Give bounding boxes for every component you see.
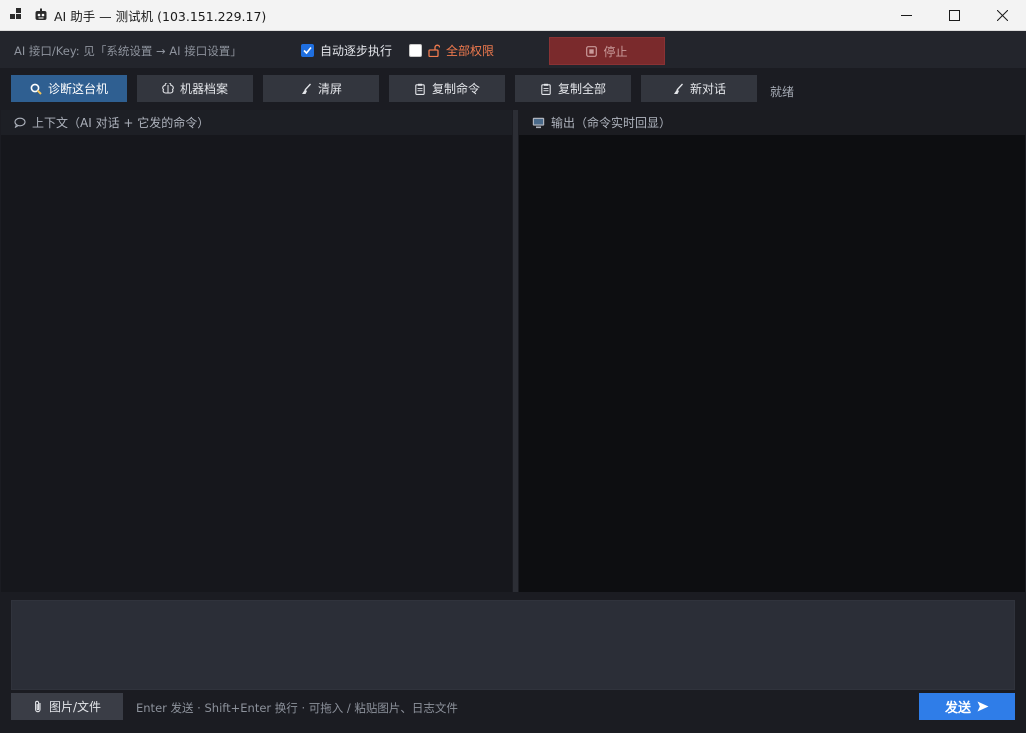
copy-all-button[interactable]: 复制全部 [515, 75, 631, 102]
output-pane-title: 输出（命令实时回显） [551, 116, 672, 130]
close-button[interactable] [978, 0, 1026, 31]
context-pane[interactable]: 上下文（AI 对话 + 它发的命令） [1, 110, 512, 592]
diagnose-label: 诊断这台机 [47, 82, 108, 96]
broom-icon [301, 83, 311, 94]
maximize-button[interactable] [930, 0, 978, 31]
composer-hint: Enter 发送 · Shift+Enter 换行 · 可拖入 / 粘贴图片、日… [136, 701, 458, 715]
send-label: 发送 [944, 701, 971, 716]
auto-step-label: 自动逐步执行 [320, 44, 393, 58]
unlock-icon [428, 44, 440, 57]
pane-splitter[interactable] [512, 110, 519, 592]
copy-all-label: 复制全部 [557, 82, 606, 96]
search-icon [30, 83, 42, 95]
message-input[interactable] [11, 600, 1015, 690]
chat-bubble-icon [14, 117, 26, 128]
machine-profile-label: 机器档案 [179, 82, 228, 96]
clear-screen-button[interactable]: 清屏 [263, 75, 379, 102]
diagnose-button[interactable]: 诊断这台机 [11, 75, 127, 102]
send-button[interactable]: 发送 [919, 693, 1015, 720]
brain-icon [162, 82, 174, 94]
copy-command-button[interactable]: 复制命令 [389, 75, 505, 102]
status-text: 就绪 [770, 85, 795, 99]
attach-file-button[interactable]: 图片/文件 [11, 693, 123, 720]
minimize-icon [900, 15, 912, 16]
title-bar: AI 助手 — 测试机 (103.151.229.17) [0, 0, 1026, 31]
close-icon [996, 10, 1008, 21]
checkbox-unchecked-icon[interactable] [409, 44, 422, 57]
minimize-button[interactable] [882, 0, 930, 31]
checkbox-checked-icon[interactable] [301, 44, 314, 57]
context-pane-header: 上下文（AI 对话 + 它发的命令） [1, 110, 512, 135]
app-grid-icon [10, 7, 23, 22]
toolbar: 诊断这台机 机器档案 清屏 复制命令 复制全部 新对话 就绪 [0, 68, 1026, 108]
output-pane-header: 输出（命令实时回显） [519, 110, 1025, 135]
stop-label: 停止 [603, 44, 628, 59]
paperclip-icon [35, 700, 41, 713]
new-chat-button[interactable]: 新对话 [641, 75, 757, 102]
context-pane-title: 上下文（AI 对话 + 它发的命令） [32, 116, 210, 130]
clear-screen-label: 清屏 [317, 82, 342, 96]
window-title: AI 助手 — 测试机 (103.151.229.17) [54, 8, 267, 24]
copy-command-label: 复制命令 [431, 82, 480, 96]
stop-button[interactable]: 停止 [549, 37, 665, 65]
output-pane[interactable]: 输出（命令实时回显） [519, 110, 1025, 592]
clipboard-icon [415, 83, 425, 95]
send-arrow-icon [977, 701, 989, 712]
attach-file-label: 图片/文件 [48, 700, 102, 714]
new-chat-label: 新对话 [689, 82, 726, 96]
robot-icon [35, 8, 47, 20]
monitor-icon [532, 117, 545, 128]
full-permission-label: 全部权限 [446, 44, 495, 58]
clipboard-icon [541, 83, 551, 95]
options-bar: AI 接口/Key: 见「系统设置 → AI 接口设置」 自动逐步执行 全部权限… [0, 31, 1026, 68]
maximize-icon [948, 10, 960, 21]
auto-step-checkbox[interactable]: 自动逐步执行 [301, 42, 392, 59]
window-controls [882, 0, 1026, 31]
machine-profile-button[interactable]: 机器档案 [137, 75, 253, 102]
composer: 图片/文件 Enter 发送 · Shift+Enter 换行 · 可拖入 / … [0, 592, 1026, 733]
stop-icon [586, 45, 598, 57]
broom-icon [673, 83, 683, 94]
full-permission-checkbox[interactable]: 全部权限 [409, 42, 494, 59]
api-key-hint: AI 接口/Key: 见「系统设置 → AI 接口设置」 [14, 44, 242, 58]
